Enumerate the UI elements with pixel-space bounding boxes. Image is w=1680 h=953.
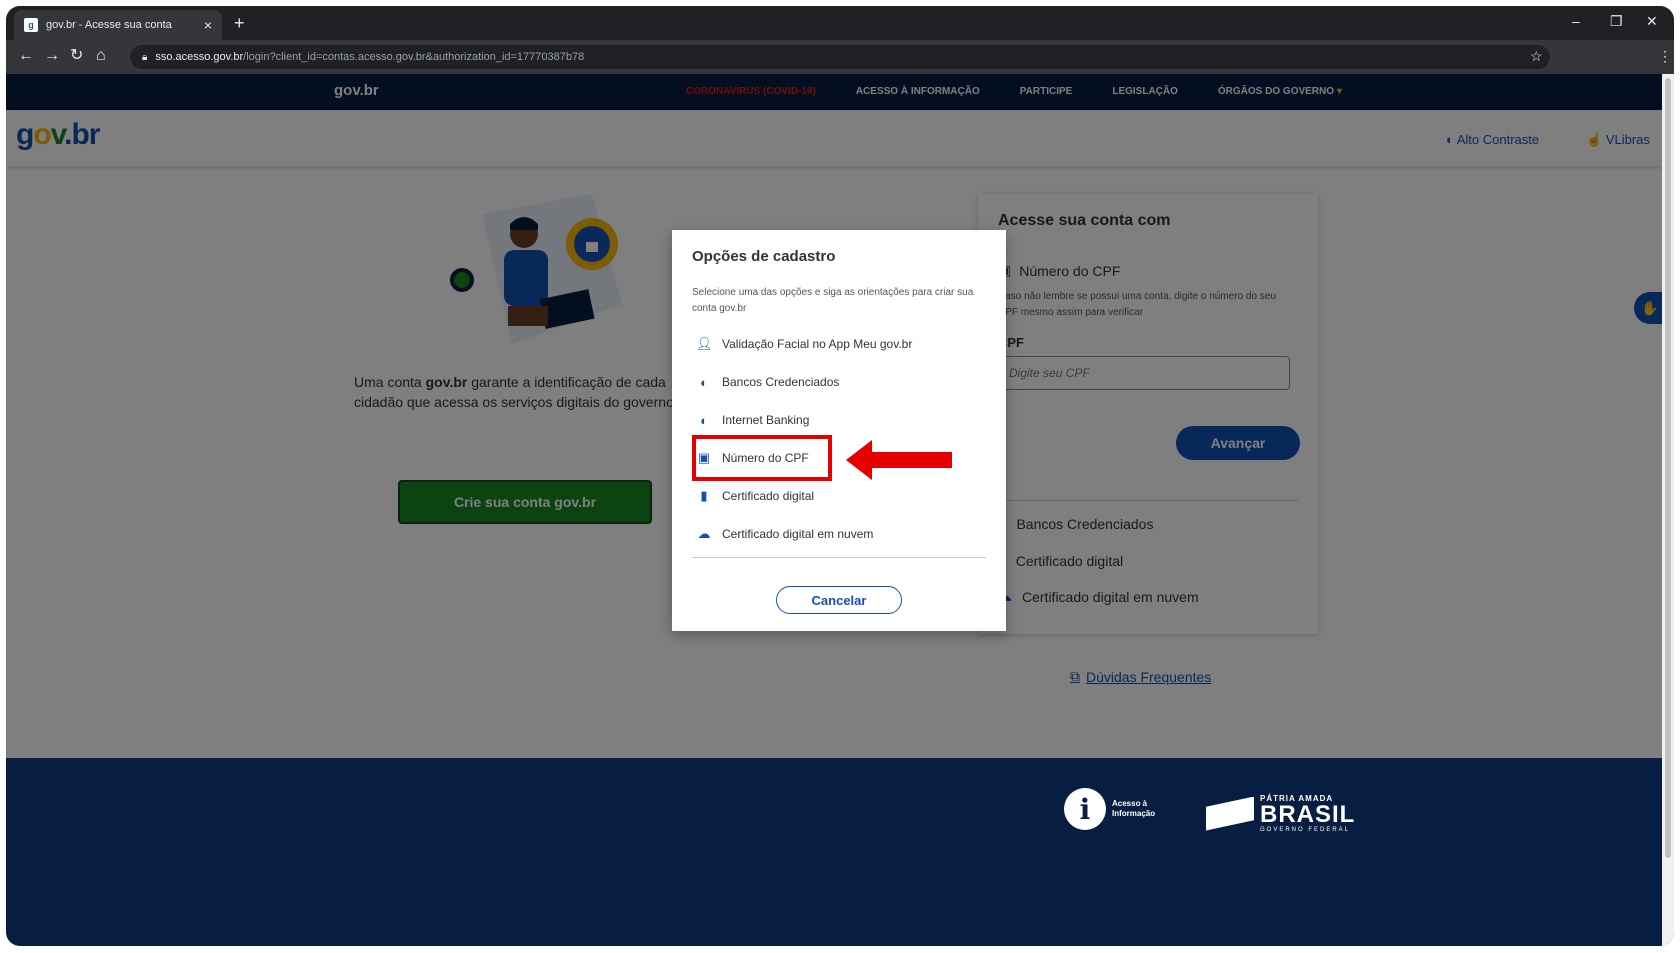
arrow-shape: [846, 440, 952, 480]
option-facial-label: Validação Facial no App Meu gov.br: [722, 337, 913, 351]
modal-title: Opções de cadastro: [692, 248, 836, 265]
option-certificate-label: Certificado digital: [722, 489, 815, 503]
cloud-icon: ☁: [697, 526, 711, 541]
page-scrollbar[interactable]: [1662, 74, 1674, 946]
restore-icon[interactable]: ❐: [1610, 13, 1623, 30]
brasil-bottom: GOVERNO FEDERAL: [1260, 827, 1351, 833]
option-banks-label: Bancos Credenciados: [722, 375, 840, 389]
forward-icon[interactable]: →: [44, 47, 60, 65]
url-host: sso.acesso.gov.br: [155, 51, 244, 63]
menu-kebab-icon[interactable]: ⋮: [1658, 48, 1672, 65]
close-window-icon[interactable]: ✕: [1646, 13, 1658, 30]
cancel-button[interactable]: Cancelar: [776, 586, 902, 614]
new-tab-icon[interactable]: +: [234, 14, 245, 32]
bookmark-star-icon[interactable]: ☆: [1530, 48, 1543, 65]
acesso-line1: Acesso à: [1112, 799, 1148, 808]
bank-icon: ◐: [700, 374, 708, 390]
acesso-informacao-logo[interactable]: i Acesso à Informação: [1064, 788, 1172, 830]
usb-token-icon: ▮: [700, 488, 708, 503]
brasil-logo: PÁTRIA AMADA BRASIL GOVERNO FEDERAL: [1206, 794, 1355, 833]
option-internet-banking[interactable]: ◐ Internet Banking: [692, 401, 986, 439]
close-tab-icon[interactable]: ×: [204, 18, 212, 32]
info-icon: i: [1064, 788, 1106, 830]
url-path: /login?client_id=contas.acesso.gov.br&au…: [243, 51, 585, 63]
option-cloud-certificate-label: Certificado digital em nuvem: [722, 527, 874, 541]
address-bar[interactable]: 🔒︎ sso.acesso.gov.br /login?client_id=co…: [130, 45, 1550, 69]
browser-toolbar: ← → ↻ ⌂ 🔒︎ sso.acesso.gov.br /login?clie…: [6, 40, 1674, 74]
scrollbar-thumb[interactable]: [1665, 78, 1671, 858]
modal-divider: [692, 557, 986, 558]
acesso-text: Acesso à Informação: [1112, 799, 1172, 819]
option-facial-validation[interactable]: 👤︎ Validação Facial no App Meu gov.br: [692, 325, 986, 363]
option-internet-banking-label: Internet Banking: [722, 413, 810, 427]
minimize-icon[interactable]: –: [1572, 13, 1580, 29]
reload-icon[interactable]: ↻: [70, 47, 83, 65]
brasil-main: BRASIL: [1260, 801, 1356, 828]
pointer-arrow-icon: [846, 440, 952, 480]
browser-window: g gov.br - Acesse sua conta × + – ❐ ✕ ← …: [6, 6, 1674, 946]
option-certificate[interactable]: ▮ Certificado digital: [692, 477, 986, 515]
highlight-box: [692, 435, 832, 481]
option-banks[interactable]: ◐ Bancos Credenciados: [692, 363, 986, 401]
bank-icon: ◐: [700, 412, 708, 428]
registration-options-modal: Opções de cadastro Selecione uma das opç…: [672, 230, 1006, 631]
acesso-line2: Informação: [1112, 809, 1156, 818]
lock-icon: 🔒︎: [142, 51, 148, 63]
tab-strip: g gov.br - Acesse sua conta × + – ❐ ✕: [6, 6, 1674, 40]
tab-title: gov.br - Acesse sua conta: [46, 19, 172, 31]
favicon-icon: g: [24, 18, 38, 32]
option-cloud-certificate[interactable]: ☁ Certificado digital em nuvem: [692, 515, 986, 553]
back-icon[interactable]: ←: [18, 47, 34, 65]
modal-description: Selecione uma das opções e siga as orien…: [692, 287, 974, 314]
brasil-words: PÁTRIA AMADA BRASIL GOVERNO FEDERAL: [1260, 794, 1355, 833]
home-icon[interactable]: ⌂: [96, 47, 106, 65]
brasil-flag-icon: [1206, 796, 1254, 831]
browser-tab[interactable]: g gov.br - Acesse sua conta ×: [14, 10, 222, 40]
site-footer: i Acesso à Informação PÁTRIA AMADA BRASI…: [6, 758, 1662, 946]
face-id-icon: 👤︎: [696, 336, 713, 351]
